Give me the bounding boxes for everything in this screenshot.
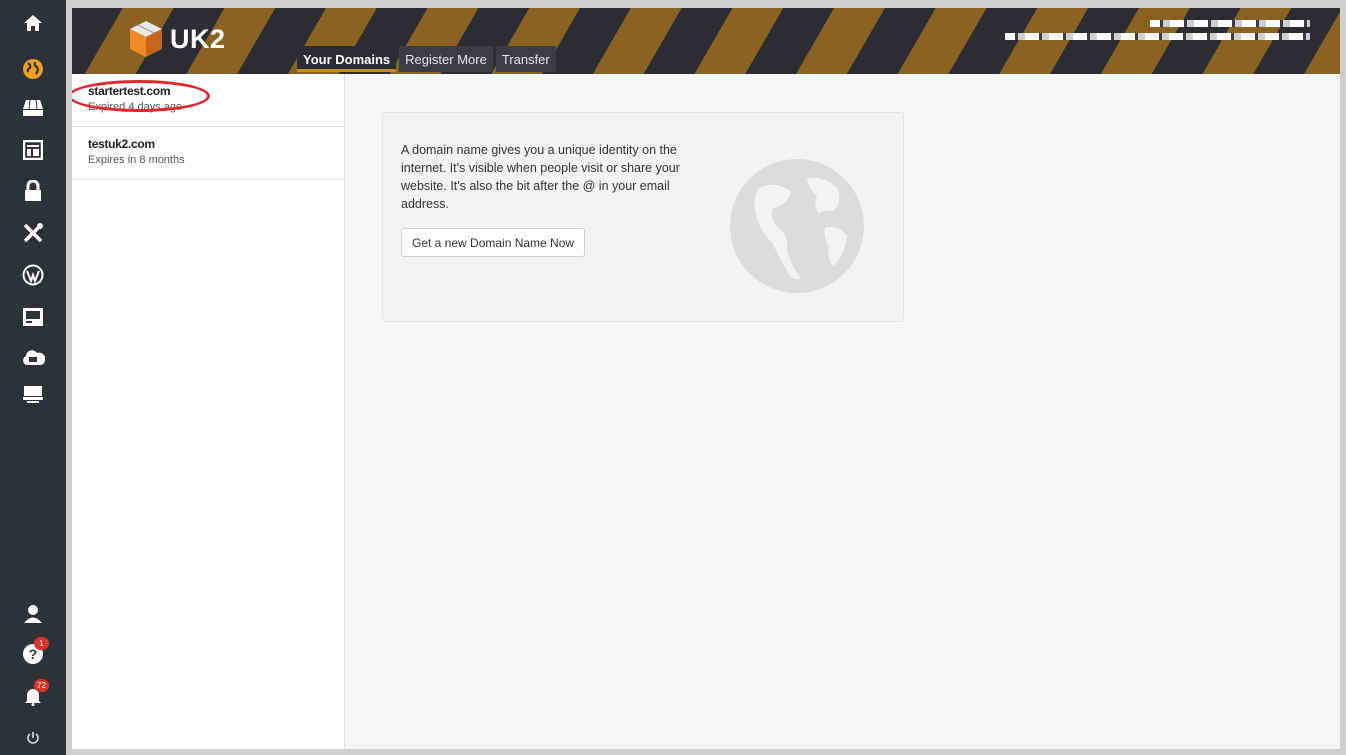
globe-icon[interactable] [21,57,45,81]
domain-list-item[interactable]: startertest.com Expired 4 days ago [72,74,344,127]
header-bar: UK2 Your Domains Register More Transfer [72,8,1340,74]
layout-icon[interactable] [21,138,45,162]
domain-status: Expired 4 days ago [88,101,183,113]
domain-list: startertest.com Expired 4 days ago testu… [72,74,345,749]
tab-bar: Your Domains Register More Transfer [297,46,556,72]
notifications-badge: 72 [34,679,49,692]
redacted-line [1150,20,1310,27]
hosting-icon[interactable] [21,96,45,120]
help-badge: 1 [34,637,49,650]
domain-name: startertest.com [88,84,171,98]
logo-text: UK2 [170,23,226,54]
icon-sidebar: ? 1 72 [0,0,66,755]
tab-register-more[interactable]: Register More [399,46,493,72]
domain-info-card: A domain name gives you a unique identit… [382,112,904,322]
domain-status: Expires in 8 months [88,154,185,166]
power-icon[interactable] [21,726,45,750]
tab-your-domains[interactable]: Your Domains [297,46,397,72]
help-icon[interactable]: ? 1 [21,637,49,666]
globe-icon [730,159,864,293]
bell-icon[interactable]: 72 [21,679,49,708]
domain-name: testuk2.com [88,137,155,151]
domain-list-item[interactable]: testuk2.com Expires in 8 months [72,127,344,180]
account-info-redacted[interactable] [1005,20,1310,46]
tab-transfer[interactable]: Transfer [495,46,556,72]
get-domain-button[interactable]: Get a new Domain Name Now [401,228,586,257]
redacted-line [1005,33,1310,40]
cube-logo-icon [130,21,162,57]
lock-icon[interactable] [21,179,45,203]
tools-icon[interactable] [21,221,45,245]
user-icon[interactable] [21,602,45,626]
home-icon[interactable] [21,11,45,35]
dedicated-server-icon[interactable] [21,383,45,407]
main-panel: UK2 Your Domains Register More Transfer … [72,8,1340,749]
server-icon[interactable] [21,305,45,329]
cloud-icon[interactable] [21,345,45,369]
wordpress-icon[interactable] [21,263,45,287]
domain-description: A domain name gives you a unique identit… [401,143,680,211]
uk2-logo[interactable]: UK2 [128,19,226,59]
